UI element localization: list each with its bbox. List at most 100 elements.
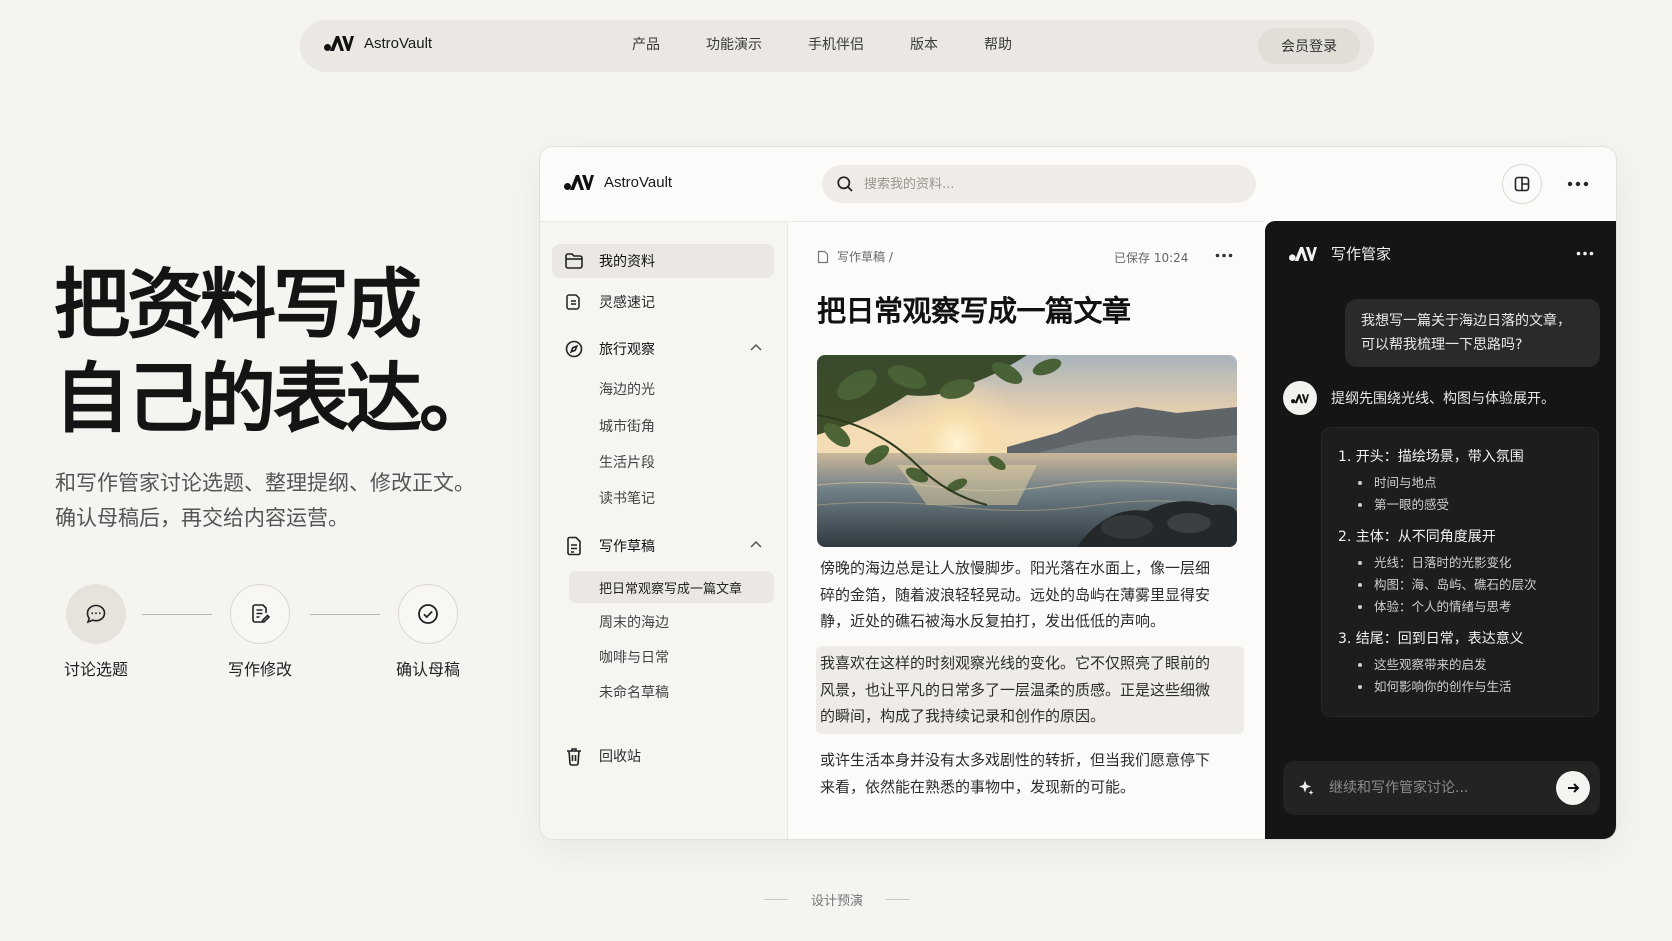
footer-note-text: 设计预演 [810, 894, 863, 909]
brand-name: AstroVault [364, 34, 433, 52]
chevron-up-icon[interactable] [750, 343, 762, 351]
nav-link-versions[interactable]: 版本 [910, 35, 938, 55]
assistant-more-button[interactable] [1570, 243, 1600, 263]
outline-card: 1. 开头：描绘场景，带入氛围 时间与地点 第一眼的感受 2. 主体：从不同角度… [1321, 427, 1599, 717]
sidebar-subitem-life-fragments[interactable]: 生活片段 [569, 446, 774, 478]
layout-toggle-button[interactable] [1502, 164, 1542, 204]
breadcrumb[interactable]: 写作草稿 / [817, 248, 893, 265]
save-status: 已保存 10:24 [1114, 251, 1189, 265]
outline-list: 这些观察带来的启发 如何影响你的创作与生活 [1356, 654, 1598, 698]
sidebar-subitem-coffee-daily[interactable]: 咖啡与日常 [569, 641, 774, 673]
user-message-line: 可以帮我梳理一下思路吗? [1361, 337, 1523, 353]
breadcrumb-text: 写作草稿 / [837, 250, 893, 264]
document-icon [563, 535, 585, 557]
top-navigation: AstroVault 产品 功能演示 手机伴侣 版本 帮助 会员登录 [300, 20, 1374, 72]
outline-item: 光线：日落时的光影变化 [1356, 552, 1598, 574]
check-circle-icon [418, 604, 438, 624]
step-write-edit: 写作修改 [220, 584, 300, 680]
nav-link-help[interactable]: 帮助 [984, 35, 1012, 55]
sidebar-item-label: 写作草稿 [599, 539, 655, 555]
outline-heading: 3. 结尾：回到日常，表达意义 [1338, 631, 1524, 647]
outline-item: 体验：个人的情绪与思考 [1356, 596, 1598, 618]
document-more-button[interactable] [1209, 244, 1239, 266]
outline-item: 构图：海、岛屿、礁石的层次 [1356, 574, 1598, 596]
highlighted-paragraph[interactable]: 我喜欢在这样的时刻观察光线的变化。它不仅照亮了眼前的 风景，也让平凡的日常多了一… [816, 646, 1244, 734]
brand-logo[interactable]: AstroVault [324, 34, 432, 52]
outline-list: 光线：日落时的光影变化 构图：海、岛屿、礁石的层次 体验：个人的情绪与思考 [1356, 552, 1598, 618]
hero-title-line: 把资料写成 [54, 260, 422, 349]
document-icon [817, 250, 829, 263]
nav-links: 产品 功能演示 手机伴侣 版本 帮助 [632, 35, 1058, 55]
sidebar-item-travel[interactable]: 旅行观察 [552, 332, 774, 366]
step-confirm-circle [398, 584, 458, 644]
design-preview-note: 设计预演 [764, 890, 910, 909]
nav-link-demo[interactable]: 功能演示 [706, 35, 762, 55]
step-connector [142, 614, 212, 615]
document-title: 把日常观察写成一篇文章 [817, 294, 1131, 328]
assistant-message: 提纲先围绕光线、构图与体验展开。 [1331, 391, 1555, 407]
search-input[interactable] [864, 176, 1224, 192]
step-discuss-circle [66, 584, 126, 644]
assistant-composer[interactable] [1283, 761, 1600, 815]
nav-link-mobile[interactable]: 手机伴侣 [808, 35, 864, 55]
divider [764, 899, 788, 900]
sidebar-item-label: 旅行观察 [599, 342, 655, 358]
sidebar-subitem-weekend-seaside[interactable]: 周末的海边 [569, 606, 774, 638]
paragraph-line: 静，近处的礁石被海水反复拍打，发出低低的声响。 [820, 612, 1166, 630]
step-discuss-topic: 讨论选题 [56, 584, 136, 680]
step-write-circle [230, 584, 290, 644]
outline-heading: 2. 主体：从不同角度展开 [1338, 529, 1496, 545]
nav-link-product[interactable]: 产品 [632, 35, 660, 55]
sidebar-subitem-seaside-light[interactable]: 海边的光 [569, 373, 774, 405]
hero-title: 把资料写成 自己的表达。 [54, 258, 495, 446]
paragraph-line: 来看，依然能在熟悉的事物中，发现新的可能。 [820, 777, 1136, 796]
step-connector [310, 614, 380, 615]
step-label: 确认母稿 [395, 660, 460, 679]
trash-icon [563, 745, 585, 767]
app-window: AstroVault 我的资料 灵感速记 [539, 146, 1617, 840]
arrow-right-icon [1568, 783, 1580, 793]
paragraph-line: 我喜欢在这样的时刻观察光线的变化。它不仅照亮了眼前的 [820, 654, 1211, 672]
chevron-up-icon[interactable] [750, 540, 762, 548]
search-bar[interactable] [822, 165, 1256, 203]
sunset-sea-photo [817, 355, 1237, 547]
layout-panel-icon [1514, 176, 1530, 192]
sidebar-item-trash[interactable]: 回收站 [552, 739, 774, 773]
member-login-button[interactable]: 会员登录 [1258, 28, 1360, 64]
sidebar-subitem-city-corner[interactable]: 城市街角 [569, 410, 774, 442]
paragraph-line: 或许生活本身并没有太多戏剧性的转折，但当我们愿意停下 [820, 751, 1211, 769]
hero-title-line: 自己的表达。 [54, 354, 495, 443]
hero-subtitle-line: 和写作管家讨论选题、整理提纲、修改正文。 [55, 471, 475, 495]
more-horizontal-icon [1215, 253, 1233, 257]
sparkle-icon [1299, 780, 1314, 795]
compass-icon [563, 338, 585, 360]
outline-heading: 1. 开头：描绘场景，带入氛围 [1338, 449, 1524, 465]
astrovault-logo-icon [324, 36, 354, 51]
outline-item: 如何影响你的创作与生活 [1356, 676, 1598, 698]
chat-bubble-icon [86, 604, 106, 624]
sidebar-item-drafts[interactable]: 写作草稿 [552, 529, 774, 563]
sidebar-subitem-reading-notes[interactable]: 读书笔记 [569, 482, 774, 514]
sidebar-subitem-current-draft[interactable]: 把日常观察写成一篇文章 [569, 571, 774, 603]
step-label: 写作修改 [227, 660, 292, 679]
sidebar-item-my-materials[interactable]: 我的资料 [552, 244, 774, 278]
hero-subtitle: 和写作管家讨论选题、整理提纲、修改正文。 确认母稿后，再交给内容运营。 [55, 466, 475, 536]
paragraph[interactable]: 傍晚的海边总是让人放慢脚步。阳光落在水面上，像一层细 碎的金箔，随着波浪轻轻晃动… [820, 555, 1240, 635]
paragraph-line: 的瞬间，构成了我持续记录和创作的原因。 [820, 707, 1106, 725]
more-options-button[interactable] [1560, 169, 1596, 199]
outline-list: 时间与地点 第一眼的感受 [1356, 472, 1598, 516]
sidebar-subitem-untitled[interactable]: 未命名草稿 [569, 676, 774, 708]
composer-input[interactable] [1329, 780, 1529, 796]
paragraph[interactable]: 或许生活本身并没有太多戏剧性的转折，但当我们愿意停下 来看，依然能在熟悉的事物中… [820, 747, 1240, 800]
send-button[interactable] [1556, 771, 1590, 805]
app-brand[interactable]: AstroVault [564, 173, 672, 191]
divider [885, 899, 910, 900]
folder-icon [563, 250, 585, 272]
user-message-line: 我想写一篇关于海边日落的文章， [1361, 313, 1571, 329]
paragraph-line: 碎的金箔，随着波浪轻轻晃动。远处的岛屿在薄雾里显得安 [820, 585, 1211, 604]
astrovault-logo-icon [1291, 393, 1309, 403]
assistant-reply: 提纲先围绕光线、构图与体验展开。 [1283, 381, 1555, 415]
search-icon [837, 176, 853, 192]
sidebar-item-inspiration[interactable]: 灵感速记 [552, 285, 774, 319]
outline-item: 这些观察带来的启发 [1356, 654, 1598, 676]
